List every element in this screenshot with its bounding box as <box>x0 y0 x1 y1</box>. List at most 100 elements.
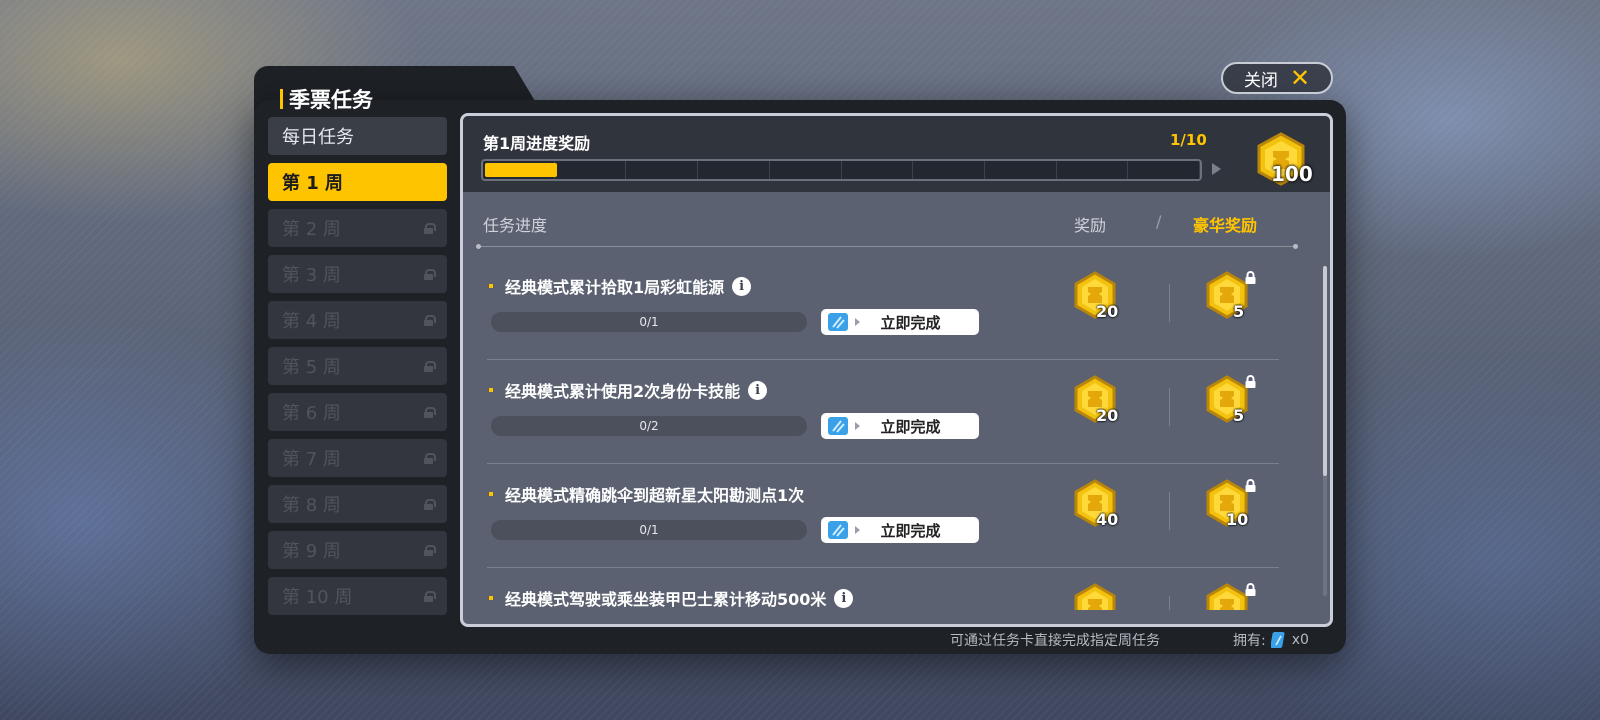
weekly-progress-header: 第1周进度奖励 1/10 100 <box>463 116 1330 192</box>
sidebar-item-week-5[interactable]: 第 5 周 <box>268 347 447 385</box>
header-divider <box>476 244 1298 249</box>
task-progress-text: 0/1 <box>639 523 659 537</box>
task-progress-bar: 0/2 <box>491 416 807 436</box>
progress-reward-amount: 100 <box>1271 162 1313 186</box>
column-task-progress: 任务进度 <box>483 216 548 235</box>
progress-arrow-icon <box>1212 163 1221 175</box>
task-card-icon <box>828 417 848 435</box>
bullet-icon <box>489 492 493 496</box>
title-accent-bar <box>280 89 283 109</box>
lock-icon <box>424 590 436 602</box>
task-title-text: 经典模式精确跳伞到超新星太阳勘测点1次 <box>505 486 805 505</box>
footer-hint: 可通过任务卡直接完成指定周任务 <box>950 633 1160 649</box>
column-deluxe-reward: 豪华奖励 <box>1193 216 1258 235</box>
task-row: 经典模式累计拾取1局彩虹能源 i 0/1 立即完成 20 5 <box>463 256 1330 360</box>
lock-icon <box>1245 375 1256 388</box>
info-icon[interactable]: i <box>748 380 768 400</box>
bullet-icon <box>489 388 493 392</box>
column-separator: / <box>1156 212 1162 231</box>
lock-icon <box>424 498 436 510</box>
dialog-title: 季票任务 <box>280 84 373 114</box>
task-progress-text: 0/1 <box>639 315 659 329</box>
lock-icon <box>424 406 436 418</box>
sidebar-item-week-9[interactable]: 第 9 周 <box>268 531 447 569</box>
task-title: 经典模式累计拾取1局彩虹能源 i <box>489 274 752 298</box>
reward-divider <box>1169 492 1170 530</box>
lock-icon <box>424 544 436 556</box>
sidebar-item-week-3[interactable]: 第 3 周 <box>268 255 447 293</box>
owned-label: 拥有: <box>1233 633 1266 649</box>
task-list[interactable]: 经典模式累计拾取1局彩虹能源 i 0/1 立即完成 20 5 经典模式累计使用2… <box>463 256 1330 610</box>
close-button[interactable]: 关闭 ✕ <box>1221 62 1333 94</box>
sidebar-item-label: 第 4 周 <box>282 311 341 332</box>
task-panel: 第1周进度奖励 1/10 100 任务进度 奖励 / 豪华奖励 经典模式累计拾取… <box>460 113 1333 627</box>
lock-icon <box>424 360 436 372</box>
task-title: 经典模式累计使用2次身份卡技能 i <box>489 378 768 402</box>
column-reward: 奖励 <box>1074 216 1107 235</box>
task-progress-bar: 0/1 <box>491 520 807 540</box>
sidebar-item-label: 第 8 周 <box>282 495 341 516</box>
task-card-icon <box>828 313 848 331</box>
task-card-icon <box>1270 632 1285 648</box>
sidebar-item-week-2[interactable]: 第 2 周 <box>268 209 447 247</box>
sidebar-item-label: 第 6 周 <box>282 403 341 424</box>
bullet-icon <box>489 284 493 288</box>
sidebar-item-week-6[interactable]: 第 6 周 <box>268 393 447 431</box>
task-progress-bar: 0/1 <box>491 312 807 332</box>
sidebar-item-label: 第 7 周 <box>282 449 341 470</box>
task-title-text: 经典模式累计使用2次身份卡技能 <box>505 382 741 401</box>
reward-amount: 20 <box>1096 406 1119 425</box>
sidebar-item-week-10[interactable]: 第 10 周 <box>268 577 447 615</box>
progress-count: 1/10 <box>1170 131 1207 149</box>
sidebar-item-label: 第 10 周 <box>282 587 353 608</box>
sidebar-item-week-7[interactable]: 第 7 周 <box>268 439 447 477</box>
reward-divider <box>1169 284 1170 322</box>
bullet-icon <box>489 596 493 600</box>
close-icon: ✕ <box>1289 64 1311 92</box>
lock-icon <box>1245 271 1256 284</box>
sidebar-item-label: 第 1 周 <box>282 173 344 194</box>
sidebar-item-label: 第 9 周 <box>282 541 341 562</box>
sidebar-item-label: 每日任务 <box>282 127 354 148</box>
sidebar-item-week-1[interactable]: 第 1 周 <box>268 163 447 201</box>
task-row: 经典模式驾驶或乘坐装甲巴士累计移动500米 i <box>463 568 1330 610</box>
week-sidebar: 每日任务 第 1 周 第 2 周 第 3 周 第 4 周 第 5 周 第 6 周… <box>268 117 447 623</box>
task-title: 经典模式精确跳伞到超新星太阳勘测点1次 <box>489 482 804 506</box>
gold-coin-icon[interactable] <box>1071 582 1119 610</box>
task-title-text: 经典模式驾驶或乘坐装甲巴士累计移动500米 <box>505 590 827 609</box>
dialog-title-text: 季票任务 <box>289 88 373 112</box>
scrollbar-thumb[interactable] <box>1323 266 1327 476</box>
task-title-text: 经典模式累计拾取1局彩虹能源 <box>505 278 725 297</box>
complete-now-label: 立即完成 <box>880 313 941 332</box>
deluxe-reward-amount: 5 <box>1233 302 1245 321</box>
sidebar-item-label: 第 3 周 <box>282 265 341 286</box>
lock-icon <box>424 222 436 234</box>
column-header: 任务进度 奖励 / 豪华奖励 <box>463 212 1330 236</box>
deluxe-reward-amount: 10 <box>1226 510 1249 529</box>
lock-icon <box>424 314 436 326</box>
weekly-progress-bar <box>481 159 1202 181</box>
task-row: 经典模式累计使用2次身份卡技能 i 0/2 立即完成 20 5 <box>463 360 1330 464</box>
info-icon[interactable]: i <box>732 276 752 296</box>
info-icon[interactable]: i <box>834 588 854 608</box>
reward-divider <box>1169 388 1170 426</box>
lock-icon <box>424 452 436 464</box>
complete-now-button[interactable]: 立即完成 <box>821 413 979 439</box>
sidebar-item-week-4[interactable]: 第 4 周 <box>268 301 447 339</box>
complete-now-button[interactable]: 立即完成 <box>821 309 979 335</box>
weekly-progress-fill <box>485 163 557 177</box>
progress-title: 第1周进度奖励 <box>483 134 591 153</box>
lock-icon <box>1245 479 1256 492</box>
sidebar-item-daily[interactable]: 每日任务 <box>268 117 447 155</box>
task-row: 经典模式精确跳伞到超新星太阳勘测点1次 0/1 立即完成 40 10 <box>463 464 1330 568</box>
complete-now-button[interactable]: 立即完成 <box>821 517 979 543</box>
deluxe-reward-amount: 5 <box>1233 406 1245 425</box>
lock-icon <box>1245 583 1256 596</box>
sidebar-item-week-8[interactable]: 第 8 周 <box>268 485 447 523</box>
task-list-scrollbar[interactable] <box>1323 266 1327 596</box>
task-title: 经典模式驾驶或乘坐装甲巴士累计移动500米 i <box>489 586 854 610</box>
owned-count: x0 <box>1291 632 1309 648</box>
lock-icon <box>424 268 436 280</box>
sidebar-item-label: 第 2 周 <box>282 219 341 240</box>
sidebar-item-label: 第 5 周 <box>282 357 341 378</box>
